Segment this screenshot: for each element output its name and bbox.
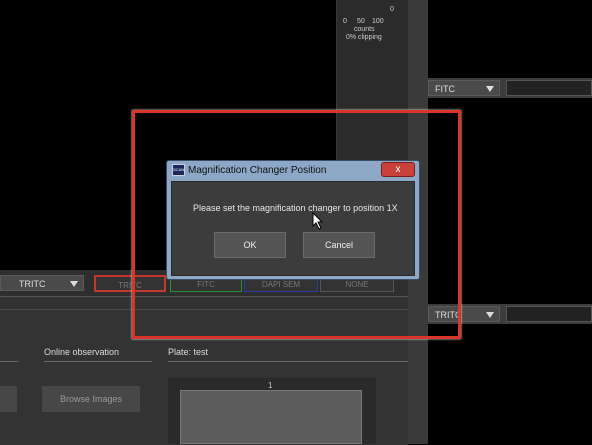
channel-dropdown-value: FITC <box>435 84 455 94</box>
histogram-clipping-label: 0% clipping <box>346 34 382 41</box>
online-observation-label: Online observation <box>44 347 120 357</box>
filter-dropdown-value: TRITC <box>19 279 46 289</box>
channel-dropdown[interactable]: FITC <box>428 80 500 96</box>
plate-well-area[interactable] <box>180 390 362 444</box>
right-channel-row: FITC <box>428 78 592 98</box>
chevron-down-icon <box>486 86 494 92</box>
app-icon: SCAN <box>172 164 185 176</box>
histogram-tick: 0 <box>343 18 347 25</box>
mouse-cursor-icon <box>312 212 324 230</box>
close-icon: x <box>395 164 401 175</box>
divider <box>0 361 18 362</box>
magnification-dialog: SCAN Magnification Changer Position x Pl… <box>166 160 420 280</box>
dialog-titlebar[interactable]: SCAN Magnification Changer Position x <box>167 161 419 181</box>
histogram-tick: 100 <box>372 18 384 25</box>
chevron-down-icon <box>70 281 78 287</box>
divider <box>168 361 408 362</box>
cancel-button[interactable]: Cancel <box>303 232 375 258</box>
histogram-tick: 50 <box>357 18 365 25</box>
browse-images-button[interactable]: Browse Images <box>42 386 140 412</box>
cancel-button-label: Cancel <box>324 240 353 250</box>
histogram-right-value: 0 <box>390 6 394 13</box>
ok-button[interactable]: OK <box>214 232 286 258</box>
dialog-body: Please set the magnification changer to … <box>171 181 415 276</box>
ok-button-label: OK <box>243 240 257 250</box>
channel-field[interactable] <box>506 80 592 96</box>
plate-label: Plate: test <box>168 347 209 357</box>
dialog-title: Magnification Changer Position <box>188 165 327 176</box>
divider <box>44 361 152 362</box>
side-button[interactable] <box>0 386 17 412</box>
histogram-counts-label: counts <box>354 26 375 33</box>
chevron-down-icon <box>486 312 494 318</box>
browse-images-label: Browse Images <box>59 394 123 404</box>
close-button[interactable]: x <box>381 162 415 177</box>
dialog-message: Please set the magnification changer to … <box>193 203 398 213</box>
filter-dropdown[interactable]: TRITC <box>0 275 84 291</box>
plate-column-label: 1 <box>268 381 273 390</box>
channel-field[interactable] <box>506 306 592 322</box>
